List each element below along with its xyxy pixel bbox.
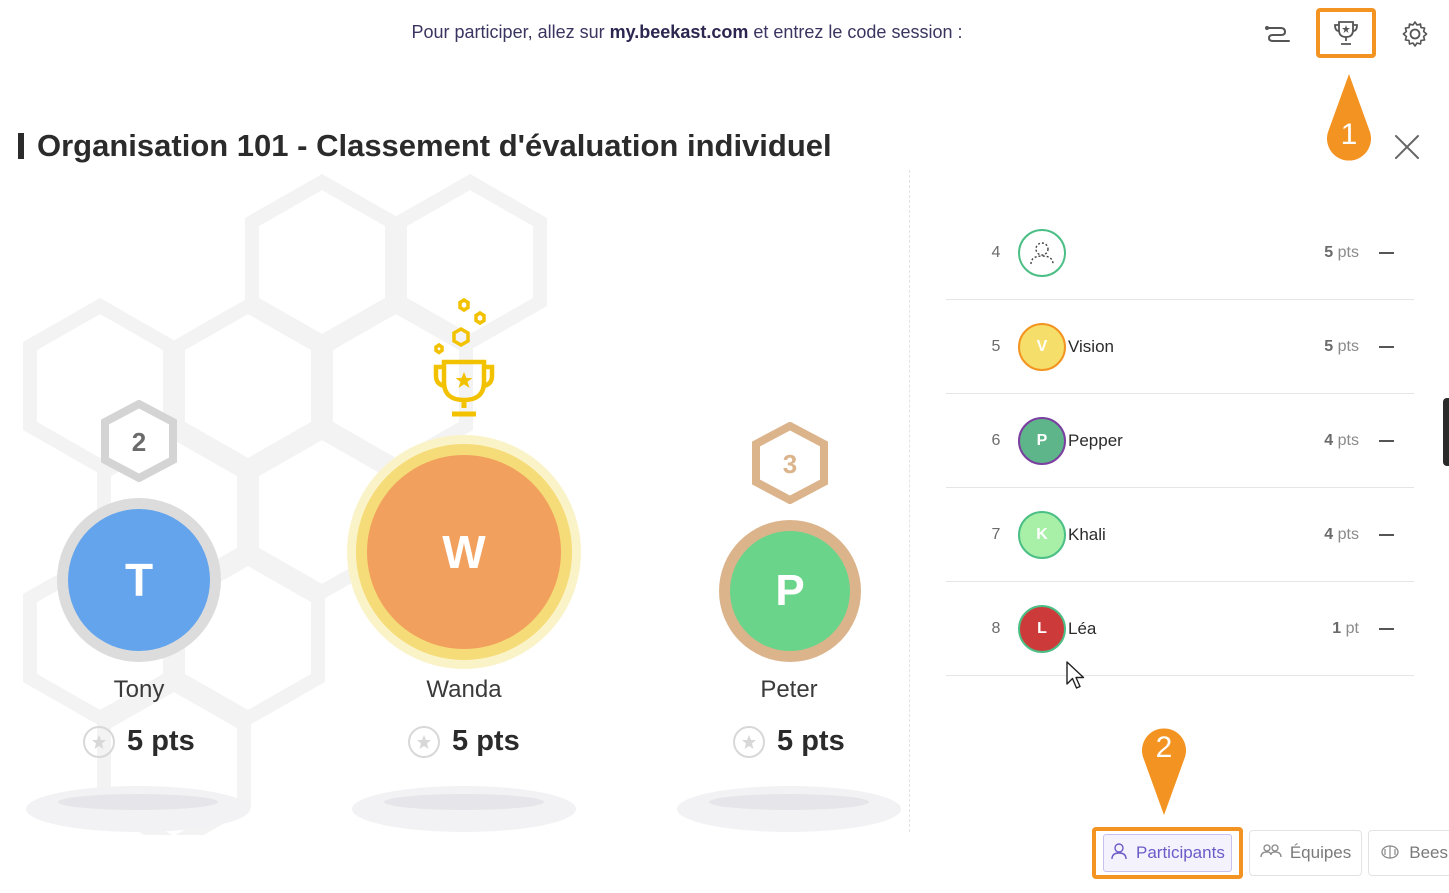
trend-neutral-icon [1379, 345, 1394, 348]
list-item: 5 V Vision 5 pts [946, 300, 1414, 394]
rank-number: 4 [991, 243, 1001, 261]
rank-number: 5 [991, 337, 1001, 355]
star-icon [408, 725, 440, 758]
avatar: P [1018, 416, 1066, 465]
users-icon [1260, 842, 1282, 865]
view-tabs: Participants Équipes Bees [1092, 827, 1449, 879]
rank-number: 8 [991, 619, 1001, 637]
participant-points: 5 pts [1324, 243, 1359, 261]
user-icon [1110, 842, 1128, 865]
podium-name: Wanda [426, 676, 502, 703]
trend-neutral-icon [1379, 627, 1394, 630]
participant-name: Pepper [1068, 430, 1123, 450]
avatar: L [1018, 604, 1066, 653]
tab-equipes[interactable]: Équipes [1248, 830, 1363, 876]
rank-number: 7 [991, 525, 1001, 543]
ranking-list: 4 5 pts 5 V Vision 5 pts 6 P Pepper 4 pt… [946, 206, 1414, 676]
avatar-initial: P [730, 531, 850, 651]
rank-number: 6 [991, 431, 1001, 449]
top-bar: Pour participer, allez sur my.beekast.co… [0, 0, 1449, 70]
avatar-initial: T [68, 509, 210, 651]
trend-neutral-icon [1379, 251, 1394, 254]
trend-neutral-icon [1379, 439, 1394, 442]
step-marker-2: 2 [1141, 725, 1187, 815]
rank-badge-3: 3 [751, 421, 829, 509]
trophy-icon[interactable] [1316, 8, 1376, 58]
session-instructions: Pour participer, allez sur my.beekast.co… [411, 22, 963, 42]
ranking-icon[interactable] [1254, 10, 1302, 58]
list-item: 8 L Léa 1 pt [946, 582, 1414, 676]
participant-name: Vision [1068, 336, 1114, 356]
participant-points: 5 pts [1324, 337, 1359, 355]
star-icon [83, 725, 115, 758]
podium-points: 5 pts [733, 725, 845, 758]
participant-name: Léa [1068, 618, 1097, 638]
avatar: P [719, 520, 861, 662]
tab-label: Participants [1136, 843, 1225, 862]
title-text: Organisation 101 - Classement d'évaluati… [37, 128, 832, 163]
svg-text:2: 2 [132, 427, 146, 457]
podium-base [352, 786, 576, 832]
podium-points: 5 pts [83, 725, 195, 758]
svg-text:3: 3 [783, 449, 797, 479]
anonymous-user-icon [1018, 228, 1066, 277]
svg-text:1: 1 [1341, 118, 1358, 151]
avatar: T [57, 498, 221, 662]
title-accent-bar [18, 133, 24, 159]
list-item: 7 K Khali 4 pts [946, 488, 1414, 582]
trend-neutral-icon [1379, 533, 1394, 536]
mouse-cursor-icon [1065, 660, 1087, 697]
panel-divider [909, 170, 910, 832]
podium-base [677, 786, 901, 832]
side-panel-handle[interactable] [1443, 398, 1449, 466]
podium-name: Tony [113, 676, 165, 703]
page-title: Organisation 101 - Classement d'évaluati… [18, 128, 832, 164]
avatar: V [1018, 322, 1066, 371]
podium-area: 2 T Tony 5 pts W Wanda 5 pts 3 P Peter 5… [0, 170, 910, 835]
tab-participants[interactable]: Participants [1092, 827, 1243, 879]
session-site-link: my.beekast.com [609, 22, 749, 42]
participant-points: 4 pts [1324, 525, 1359, 543]
podium-base [26, 786, 250, 832]
list-item: 6 P Pepper 4 pts [946, 394, 1414, 488]
gear-icon[interactable] [1391, 10, 1439, 58]
step-marker-1: 1 [1326, 74, 1372, 164]
tab-label: Bees [1409, 843, 1449, 862]
participant-points: 1 pt [1332, 619, 1359, 637]
podium-name: Peter [760, 676, 818, 703]
rank-badge-2: 2 [100, 399, 178, 487]
winner-trophy-icon [430, 296, 498, 425]
svg-text:2: 2 [1156, 731, 1173, 764]
participant-name: Khali [1068, 524, 1106, 544]
avatar-initial: W [367, 455, 561, 649]
participant-points: 4 pts [1324, 431, 1359, 449]
list-item: 4 5 pts [946, 206, 1414, 300]
star-icon [733, 725, 765, 758]
avatar: K [1018, 510, 1066, 559]
avatar: W [356, 444, 572, 660]
close-icon[interactable] [1390, 130, 1424, 164]
tab-bees[interactable]: Bees [1368, 830, 1449, 876]
podium-points: 5 pts [408, 725, 520, 758]
tab-label: Équipes [1289, 843, 1352, 862]
bee-icon [1379, 842, 1401, 865]
